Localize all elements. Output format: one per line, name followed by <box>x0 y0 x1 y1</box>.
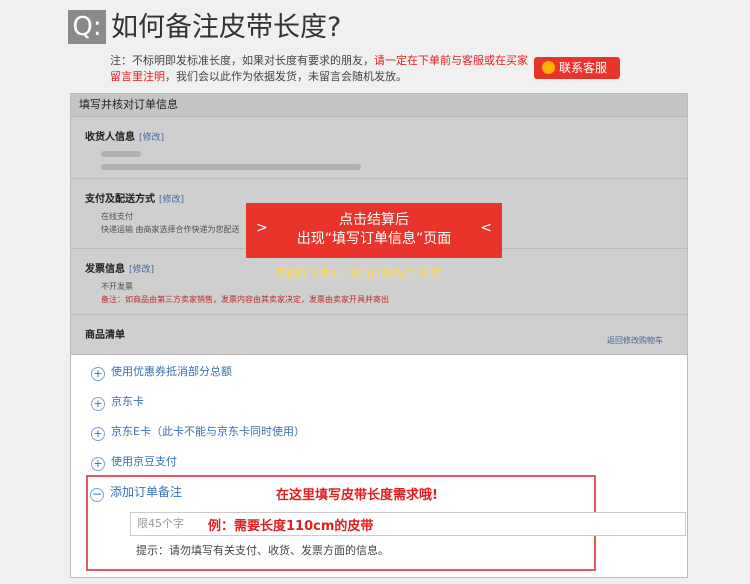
option-e-card[interactable]: + 京东E卡（此卡不能与京东卡同时使用） <box>91 423 305 441</box>
option-jd-card[interactable]: + 京东卡 <box>91 393 144 411</box>
callout-box: > 点击结算后 出现“填写订单信息”页面 < <box>246 203 502 258</box>
remark-example: 例：需要长度110cm的皮带 <box>208 519 374 534</box>
plus-icon: + <box>91 457 105 471</box>
page-title: 如何备注皮带长度? <box>111 12 342 43</box>
arrow-left-icon: < <box>480 220 492 236</box>
note-text-2: ，我们会以此作为依据发货，未留言会随机发放。 <box>165 70 407 83</box>
contact-service-label: 联系客服 <box>559 61 608 75</box>
shipping-note: 注：不标明即发标准长度，如果对长度有要求的朋友，请一定在下单前与客服或在买家留言… <box>110 53 530 85</box>
option-label: 京东E卡（此卡不能与京东卡同时使用） <box>111 425 305 438</box>
add-order-remark-toggle[interactable]: − 添加订单备注 <box>90 483 182 502</box>
callout-line-2: 出现“填写订单信息”页面 <box>296 231 452 247</box>
contact-service-button[interactable]: 联系客服 <box>534 57 620 79</box>
note-text-1: 注：不标明即发标准长度，如果对长度有要求的朋友， <box>110 54 374 67</box>
plus-icon: + <box>91 367 105 381</box>
remark-hint: 在这里填写皮带长度需求哦! <box>276 488 438 503</box>
remark-tip: 提示：请勿填写有关支付、收货、发票方面的信息。 <box>136 544 389 557</box>
option-label: 使用优惠券抵消部分总额 <box>111 365 232 378</box>
plus-icon: + <box>91 427 105 441</box>
minus-icon: − <box>90 487 104 502</box>
option-jd-beans[interactable]: + 使用京豆支付 <box>91 453 177 471</box>
option-label: 使用京豆支付 <box>111 455 177 468</box>
chat-icon <box>542 61 555 74</box>
arrow-right-icon: > <box>256 220 268 236</box>
plus-icon: + <box>91 397 105 411</box>
option-coupon[interactable]: + 使用优惠券抵消部分总额 <box>91 363 232 381</box>
option-label: 京东卡 <box>111 395 144 408</box>
remark-label: 添加订单备注 <box>110 485 183 499</box>
callout-line-1: 点击结算后 <box>339 212 409 228</box>
q-badge: Q: <box>68 10 106 44</box>
yellow-note: 页面左下角有“添加订单备注”选项 <box>276 267 442 280</box>
